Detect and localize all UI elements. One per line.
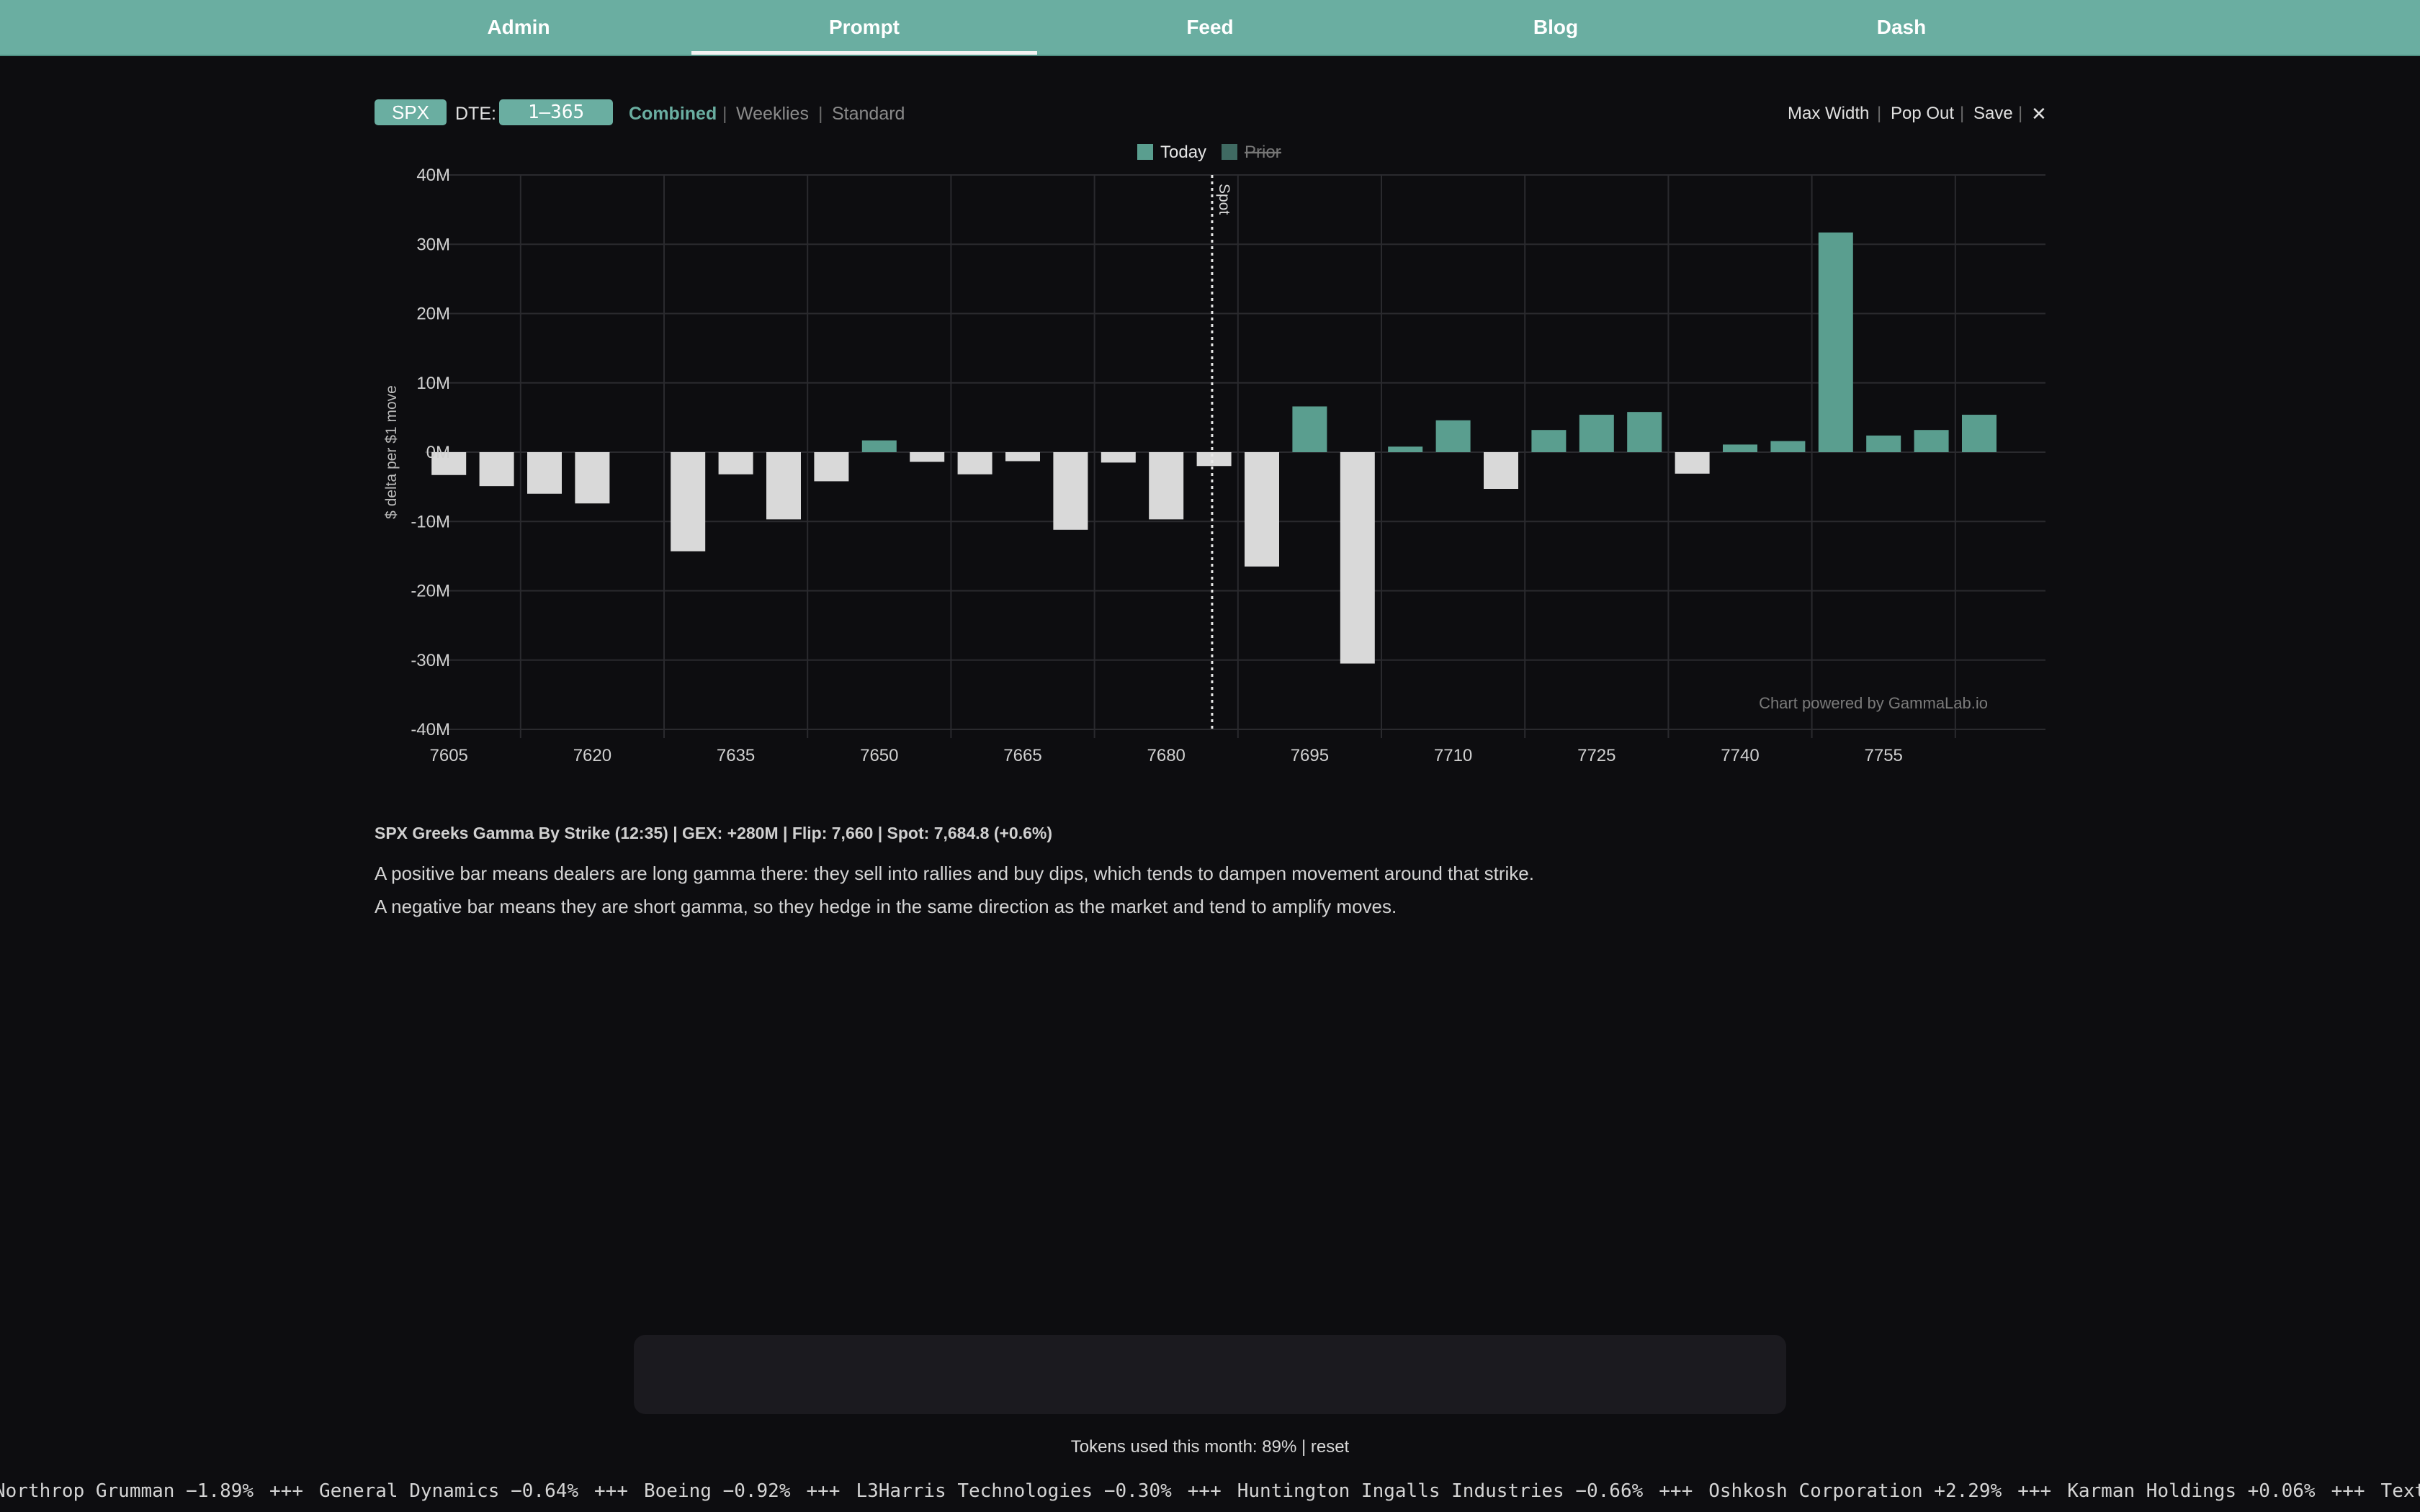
gamma-chart: Today Prior 40M 30M 20M 10M 0M -10M -20M -30M -4… bbox=[383, 143, 2045, 765]
ticker-separator: +++ bbox=[2331, 1480, 2365, 1502]
bar-strike-7695[interactable] bbox=[1292, 406, 1327, 452]
legend-prior-swatch[interactable] bbox=[1222, 144, 1237, 160]
bar-strike-7645[interactable] bbox=[814, 452, 849, 482]
bar-strike-7730[interactable] bbox=[1627, 412, 1662, 452]
bar-strike-7610[interactable] bbox=[479, 452, 514, 487]
bar-strike-7725[interactable] bbox=[1579, 415, 1614, 452]
x-tick-label: 7740 bbox=[1721, 746, 1759, 765]
y-axis-ticks: 40M 30M 20M 10M 0M -10M -20M -30M -40M bbox=[411, 166, 450, 739]
bar-strike-7665[interactable] bbox=[1005, 452, 1040, 462]
info-negative-explanation: A negative bar means they are short gamm… bbox=[375, 896, 1397, 917]
bar-strike-7750[interactable] bbox=[1818, 232, 1853, 452]
bar-strike-7755[interactable] bbox=[1866, 435, 1901, 452]
bar-strike-7700[interactable] bbox=[1340, 452, 1375, 664]
bar-strike-7680[interactable] bbox=[1149, 452, 1184, 520]
info-positive-explanation: A positive bar means dealers are long ga… bbox=[375, 863, 1534, 884]
chart-bars bbox=[431, 232, 1996, 664]
ticker-item: L3Harris Technologies −0.30% bbox=[856, 1480, 1172, 1502]
legend-today-swatch[interactable] bbox=[1137, 144, 1153, 160]
bar-strike-7715[interactable] bbox=[1484, 452, 1518, 490]
ticker-track: Northrop Grumman −1.89% +++ General Dynami… bbox=[0, 1480, 2420, 1502]
x-tick-label: 7650 bbox=[860, 746, 898, 765]
chart-legend: Today Prior bbox=[1137, 143, 1281, 162]
ticker-separator: +++ bbox=[269, 1480, 303, 1502]
bar-strike-7760[interactable] bbox=[1914, 430, 1949, 452]
bar-strike-7640[interactable] bbox=[766, 452, 801, 520]
bar-strike-7720[interactable] bbox=[1531, 430, 1567, 452]
spot-label: Spot bbox=[1216, 184, 1232, 215]
bar-strike-7630[interactable] bbox=[671, 452, 706, 552]
ticker-separator: +++ bbox=[2017, 1480, 2052, 1502]
x-tick-label: 7620 bbox=[573, 746, 611, 765]
bar-strike-7685[interactable] bbox=[1196, 452, 1232, 467]
ticker-separator: +++ bbox=[1659, 1480, 1693, 1502]
x-tick-label: 7755 bbox=[1865, 746, 1903, 765]
ticker-separator: +++ bbox=[1187, 1480, 1222, 1502]
bar-strike-7740[interactable] bbox=[1723, 444, 1757, 452]
bar-strike-7710[interactable] bbox=[1435, 420, 1471, 452]
bar-strike-7675[interactable] bbox=[1101, 452, 1136, 463]
ticker-item: Textron −0.90% bbox=[2380, 1480, 2420, 1502]
y-tick-label: -10M bbox=[411, 512, 450, 531]
chart-watermark: Chart powered by GammaLab.io bbox=[1759, 694, 1988, 712]
tokens-usage-text: Tokens used this month: 89% | reset bbox=[1070, 1437, 1350, 1457]
prompt-input[interactable] bbox=[634, 1335, 1786, 1414]
x-tick-label: 7635 bbox=[717, 746, 755, 765]
bar-strike-7650[interactable] bbox=[861, 440, 897, 452]
stock-ticker: Northrop Grumman −1.89% +++ General Dynami… bbox=[0, 1477, 2420, 1509]
y-tick-label: -40M bbox=[411, 720, 450, 739]
bar-strike-7670[interactable] bbox=[1053, 452, 1088, 530]
bar-strike-7735[interactable] bbox=[1675, 452, 1710, 474]
bar-strike-7690[interactable] bbox=[1245, 452, 1279, 567]
ticker-item: Boeing −0.92% bbox=[644, 1480, 791, 1502]
bar-strike-7660[interactable] bbox=[957, 452, 992, 474]
bar-strike-7655[interactable] bbox=[910, 452, 945, 462]
ticker-separator: +++ bbox=[594, 1480, 628, 1502]
y-tick-label: -20M bbox=[411, 582, 450, 601]
ticker-item: General Dynamics −0.64% bbox=[319, 1480, 579, 1502]
y-tick-label: 30M bbox=[416, 235, 450, 254]
ticker-item: Oshkosh Corporation +2.29% bbox=[1708, 1480, 2002, 1502]
y-tick-label: 10M bbox=[416, 374, 450, 393]
ticker-separator: +++ bbox=[806, 1480, 841, 1502]
y-tick-label: 0M bbox=[426, 443, 450, 462]
x-axis-ticks: 7605 7620 7635 7650 7665 7680 7695 7710 7725 7740… bbox=[430, 746, 1903, 765]
bar-strike-7765[interactable] bbox=[1962, 415, 1996, 452]
y-tick-label: 20M bbox=[416, 305, 450, 324]
ticker-item: Northrop Grumman −1.89% bbox=[0, 1480, 254, 1502]
x-tick-label: 7605 bbox=[430, 746, 468, 765]
chart-summary-title: SPX Greeks Gamma By Strike (12:35) | GEX… bbox=[375, 824, 1052, 842]
tokens-usage: Tokens used this month: 89% | reset bbox=[0, 1437, 2420, 1457]
bar-strike-7705[interactable] bbox=[1388, 446, 1423, 452]
chart-gridlines bbox=[425, 174, 2045, 738]
x-tick-label: 7665 bbox=[1003, 746, 1041, 765]
bar-strike-7745[interactable] bbox=[1770, 441, 1806, 452]
x-tick-label: 7695 bbox=[1291, 746, 1329, 765]
ticker-item: Huntington Ingalls Industries −0.66% bbox=[1237, 1480, 1644, 1502]
bar-strike-7620[interactable] bbox=[575, 452, 610, 504]
y-tick-label: -30M bbox=[411, 651, 450, 670]
x-tick-label: 7710 bbox=[1434, 746, 1472, 765]
bar-strike-7615[interactable] bbox=[527, 452, 562, 494]
y-axis-label: $ delta per $1 move bbox=[383, 385, 400, 519]
ticker-item: Karman Holdings +0.06% bbox=[2067, 1480, 2316, 1502]
legend-today-label[interactable]: Today bbox=[1160, 143, 1206, 162]
x-tick-label: 7725 bbox=[1577, 746, 1615, 765]
bar-strike-7635[interactable] bbox=[718, 452, 753, 474]
y-tick-label: 40M bbox=[416, 166, 450, 185]
x-tick-label: 7680 bbox=[1147, 746, 1186, 765]
